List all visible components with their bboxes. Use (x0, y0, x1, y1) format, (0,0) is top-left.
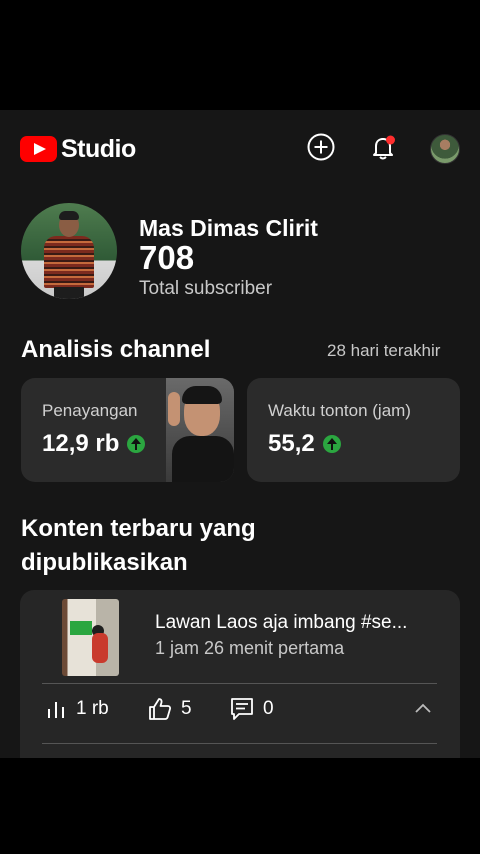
likes-stat: 5 (147, 694, 192, 724)
watch-time-card[interactable]: Waktu tonton (jam) 55,2 (247, 378, 460, 482)
views-count: 1 rb (76, 698, 109, 719)
video-title[interactable]: Lawan Laos aja imbang #se... (155, 612, 445, 634)
trend-up-icon (322, 435, 341, 453)
views-card[interactable]: Penayangan 12,9 rb (21, 378, 234, 482)
video-time: 1 jam 26 menit pertama (155, 638, 345, 658)
notification-bell-icon (373, 135, 395, 160)
views-label: Penayangan (42, 401, 138, 420)
channel-name: Mas Dimas Clirit (139, 215, 318, 241)
create-button[interactable] (306, 132, 336, 167)
divider (42, 683, 437, 684)
studio-app: Studio Mas Dimas Clirit 708 Total subscr… (0, 110, 480, 758)
analytics-title: Analisis channel (21, 336, 211, 363)
latest-video-card[interactable]: Lawan Laos aja imbang #se... 1 jam 26 me… (20, 590, 460, 758)
likes-count: 5 (181, 698, 192, 719)
views-value: 12,9 rb (42, 430, 146, 458)
latest-title-line2: dipublikasikan (21, 549, 188, 576)
create-plus-icon (307, 133, 335, 161)
channel-avatar[interactable] (21, 203, 117, 299)
top-bar: Studio (0, 110, 480, 188)
subscriber-label: Total subscriber (139, 278, 273, 299)
logo-text: Studio (61, 134, 136, 163)
notifications-button[interactable] (368, 132, 398, 167)
trend-up-icon (127, 435, 146, 453)
latest-title-line1: Konten terbaru yang (21, 515, 256, 542)
watch-time-label: Waktu tonton (jam) (268, 401, 411, 420)
divider (42, 743, 437, 744)
bar-chart-icon (48, 702, 64, 718)
studio-logo[interactable]: Studio (20, 134, 136, 164)
watch-time-value: 55,2 (268, 430, 341, 458)
thumbs-up-icon (149, 698, 172, 720)
comments-count: 0 (263, 698, 274, 719)
youtube-logo-icon (20, 136, 57, 162)
creator-face-image (166, 378, 234, 482)
account-avatar[interactable] (430, 134, 460, 164)
comment-icon (231, 698, 253, 720)
comments-stat: 0 (229, 694, 274, 724)
video-thumbnail[interactable] (62, 599, 119, 676)
collapse-button[interactable] (413, 694, 441, 724)
analytics-period: 28 hari terakhir (327, 341, 441, 360)
chevron-up-icon (415, 703, 431, 713)
views-stat: 1 rb (46, 694, 109, 724)
subscriber-count: 708 (139, 239, 195, 276)
